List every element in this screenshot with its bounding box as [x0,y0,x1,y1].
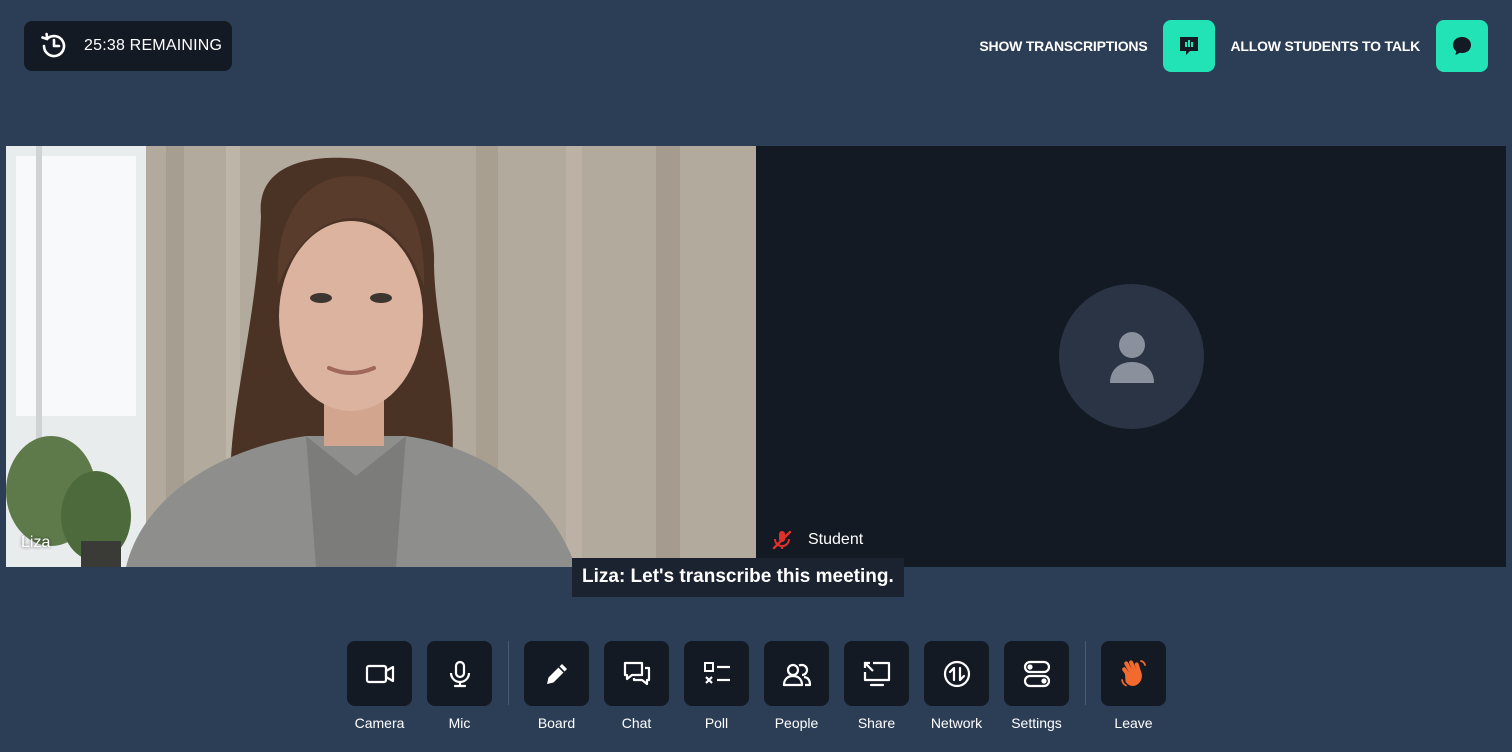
user-placeholder-icon [1109,331,1154,383]
toggles-icon [1023,660,1050,687]
settings-button-tile[interactable] [1004,641,1069,706]
leave-button[interactable]: Leave [1101,641,1166,731]
participant-tag-student: Student [770,528,863,552]
people-button[interactable]: People [764,641,829,731]
mic-label: Mic [448,715,471,731]
poll-label: Poll [704,715,729,731]
speech-bubble-icon [1453,37,1471,55]
camera-button[interactable]: Camera [347,641,412,731]
video-tile-student[interactable]: Student [756,146,1506,567]
board-button[interactable]: Board [524,641,589,731]
video-camera-icon [365,664,394,683]
share-button-tile[interactable] [844,641,909,706]
mic-muted-icon [772,530,792,550]
leave-button-tile[interactable] [1101,641,1166,706]
show-transcriptions-label: SHOW TRANSCRIPTIONS [979,38,1148,54]
timer-badge: 25:38 REMAINING [24,21,232,71]
network-button[interactable]: Network [924,641,989,731]
mic-button[interactable]: Mic [427,641,492,731]
bottom-toolbar: Camera Mic Board Chat Poll People Share … [347,641,1181,731]
share-button[interactable]: Share [844,641,909,731]
clock-history-icon [41,32,66,58]
toolbar-divider [508,641,509,705]
participant-name-student: Student [808,531,864,548]
transcript-bubble-icon [1180,37,1199,55]
video-tile-liza[interactable]: Liza [6,146,756,567]
pencil-icon [546,663,567,684]
poll-checklist-icon [703,661,730,684]
avatar [1059,284,1204,429]
leave-label: Leave [1114,715,1153,731]
camera-label: Camera [354,715,405,731]
allow-students-talk-label: ALLOW STUDENTS TO TALK [1230,38,1420,54]
chat-button-tile[interactable] [604,641,669,706]
screen-share-icon [863,661,890,686]
share-label: Share [857,715,896,731]
network-arrows-icon [943,660,970,687]
chat-label: Chat [621,715,652,731]
people-label: People [774,715,819,731]
board-button-tile[interactable] [524,641,589,706]
chat-bubbles-icon [623,661,650,685]
network-label: Network [930,715,983,731]
show-transcriptions-button[interactable] [1163,20,1216,72]
board-label: Board [537,715,576,731]
settings-button[interactable]: Settings [1004,641,1069,731]
video-feed-illustration [6,146,756,567]
chat-button[interactable]: Chat [604,641,669,731]
network-button-tile[interactable] [924,641,989,706]
poll-button-tile[interactable] [684,641,749,706]
people-icon [782,663,811,686]
toolbar-divider [1085,641,1086,705]
settings-label: Settings [1011,715,1062,731]
microphone-icon [449,660,470,687]
allow-students-talk-button[interactable] [1436,20,1488,72]
timer-text: 25:38 REMAINING [84,37,223,54]
camera-button-tile[interactable] [347,641,412,706]
waving-hand-icon [1120,659,1146,686]
people-button-tile[interactable] [764,641,829,706]
transcription-caption: Liza: Let's transcribe this meeting. [572,558,904,597]
mic-button-tile[interactable] [427,641,492,706]
poll-button[interactable]: Poll [684,641,749,731]
top-controls: SHOW TRANSCRIPTIONS ALLOW STUDENTS TO TA… [979,20,1488,72]
participant-name-liza: Liza [21,534,51,551]
